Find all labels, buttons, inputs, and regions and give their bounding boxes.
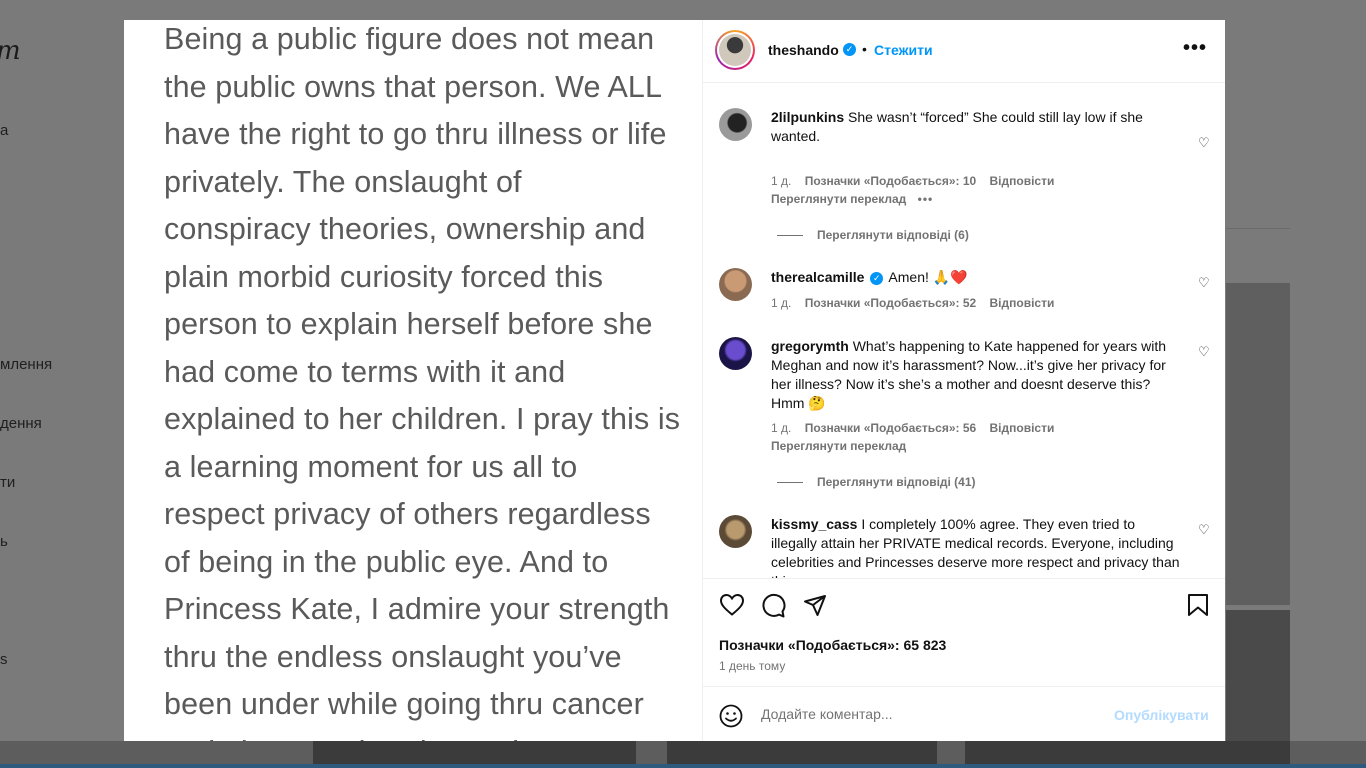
heart-icon[interactable]: ♡ xyxy=(1198,344,1210,360)
bookmark-icon[interactable] xyxy=(1187,593,1209,617)
comment-content: Amen! 🙏❤️ xyxy=(888,269,968,285)
comment-more-icon[interactable]: ••• xyxy=(918,192,934,206)
post-side-panel: theshando ✓ • Стежити ••• 2lilpunkins Sh… xyxy=(703,20,1225,741)
post-header: theshando ✓ • Стежити ••• xyxy=(703,20,1225,83)
comment-icon[interactable] xyxy=(760,593,786,619)
verified-icon: ✓ xyxy=(843,43,856,56)
nav-item-1: а xyxy=(0,122,9,139)
nav-item-5: ь xyxy=(0,533,8,550)
comment-username[interactable]: therealcamille xyxy=(771,269,864,285)
comment-meta: 1 д. Позначки «Подобається»: 56 Відповіс… xyxy=(771,421,1064,435)
comment-text: 2lilpunkins She wasn’t “forced” She coul… xyxy=(771,108,1181,146)
comment-input[interactable] xyxy=(761,706,1101,722)
comment-text: therealcamille ✓ Amen! 🙏❤️ xyxy=(771,268,1181,287)
comment-time: 1 д. xyxy=(771,421,792,435)
background-tile xyxy=(1226,610,1290,741)
reply-button[interactable]: Відповісти xyxy=(990,174,1055,188)
commenter-avatar[interactable] xyxy=(719,515,752,548)
view-replies-label: Переглянути відповіді (6) xyxy=(817,228,969,242)
commenter-avatar[interactable] xyxy=(719,108,752,141)
comment-text: gregorymth What’s happening to Kate happ… xyxy=(771,337,1181,413)
post-image-text: Being a public figure does not mean the … xyxy=(164,22,681,741)
separator-dot: • xyxy=(862,41,867,57)
translate-link[interactable]: Переглянути переклад xyxy=(771,439,906,453)
nav-item-3: дення xyxy=(0,415,42,432)
comment-time: 1 д. xyxy=(771,296,792,310)
heart-icon[interactable]: ♡ xyxy=(1198,135,1210,151)
instagram-logo: m xyxy=(0,36,21,66)
reply-button[interactable]: Відповісти xyxy=(990,296,1055,310)
comment-username[interactable]: kissmy_cass xyxy=(771,516,857,532)
view-replies-label: Переглянути відповіді (41) xyxy=(817,475,976,489)
verified-icon: ✓ xyxy=(870,271,884,285)
post-modal: Being a public figure does not mean the … xyxy=(124,20,1225,741)
taskbar xyxy=(0,764,1366,768)
author-avatar[interactable] xyxy=(715,30,755,70)
translate-link[interactable]: Переглянути переклад xyxy=(771,192,906,206)
heart-icon[interactable]: ♡ xyxy=(1198,275,1210,291)
comment-time: 1 д. xyxy=(771,174,792,188)
reply-button[interactable]: Відповісти xyxy=(990,421,1055,435)
add-comment-bar: Опублікувати xyxy=(703,686,1225,741)
post-likes-count[interactable]: Позначки «Подобається»: 65 823 xyxy=(719,637,946,653)
comment-text: kissmy_cass I completely 100% agree. The… xyxy=(771,515,1181,578)
comment-likes[interactable]: Позначки «Подобається»: 10 xyxy=(805,174,976,188)
author-username[interactable]: theshando xyxy=(768,42,839,58)
background-divider xyxy=(1226,228,1290,229)
commenter-avatar[interactable] xyxy=(719,337,752,370)
comment-likes[interactable]: Позначки «Подобається»: 56 xyxy=(805,421,976,435)
background-tile xyxy=(1226,283,1290,605)
follow-button[interactable]: Стежити xyxy=(874,42,933,58)
post-timestamp[interactable]: 1 день тому xyxy=(719,659,785,673)
view-replies-button[interactable]: Переглянути відповіді (41) xyxy=(777,475,976,489)
nav-item-6: s xyxy=(0,651,8,668)
comment-username[interactable]: 2lilpunkins xyxy=(771,109,844,125)
commenter-avatar[interactable] xyxy=(719,268,752,301)
nav-item-4: ти xyxy=(0,474,16,491)
comment-username[interactable]: gregorymth xyxy=(771,338,849,354)
comment-translate-row: Переглянути переклад ••• xyxy=(771,192,933,206)
comment-meta: 1 д. Позначки «Подобається»: 52 Відповіс… xyxy=(771,296,1064,310)
comment-likes[interactable]: Позначки «Подобається»: 52 xyxy=(805,296,976,310)
comments-list[interactable]: 2lilpunkins She wasn’t “forced” She coul… xyxy=(703,83,1225,578)
nav-item-2: млення xyxy=(0,356,53,373)
heart-icon[interactable] xyxy=(719,593,745,617)
post-actions: Позначки «Подобається»: 65 823 1 день то… xyxy=(703,578,1225,687)
publish-button[interactable]: Опублікувати xyxy=(1114,707,1209,723)
more-icon[interactable]: ••• xyxy=(1183,37,1207,60)
share-icon[interactable] xyxy=(803,593,827,617)
comment-meta: 1 д. Позначки «Подобається»: 10 Відповіс… xyxy=(771,174,1064,188)
view-replies-button[interactable]: Переглянути відповіді (6) xyxy=(777,228,969,242)
post-image: Being a public figure does not mean the … xyxy=(124,20,703,741)
heart-icon[interactable]: ♡ xyxy=(1198,522,1210,538)
emoji-icon[interactable] xyxy=(719,704,743,728)
